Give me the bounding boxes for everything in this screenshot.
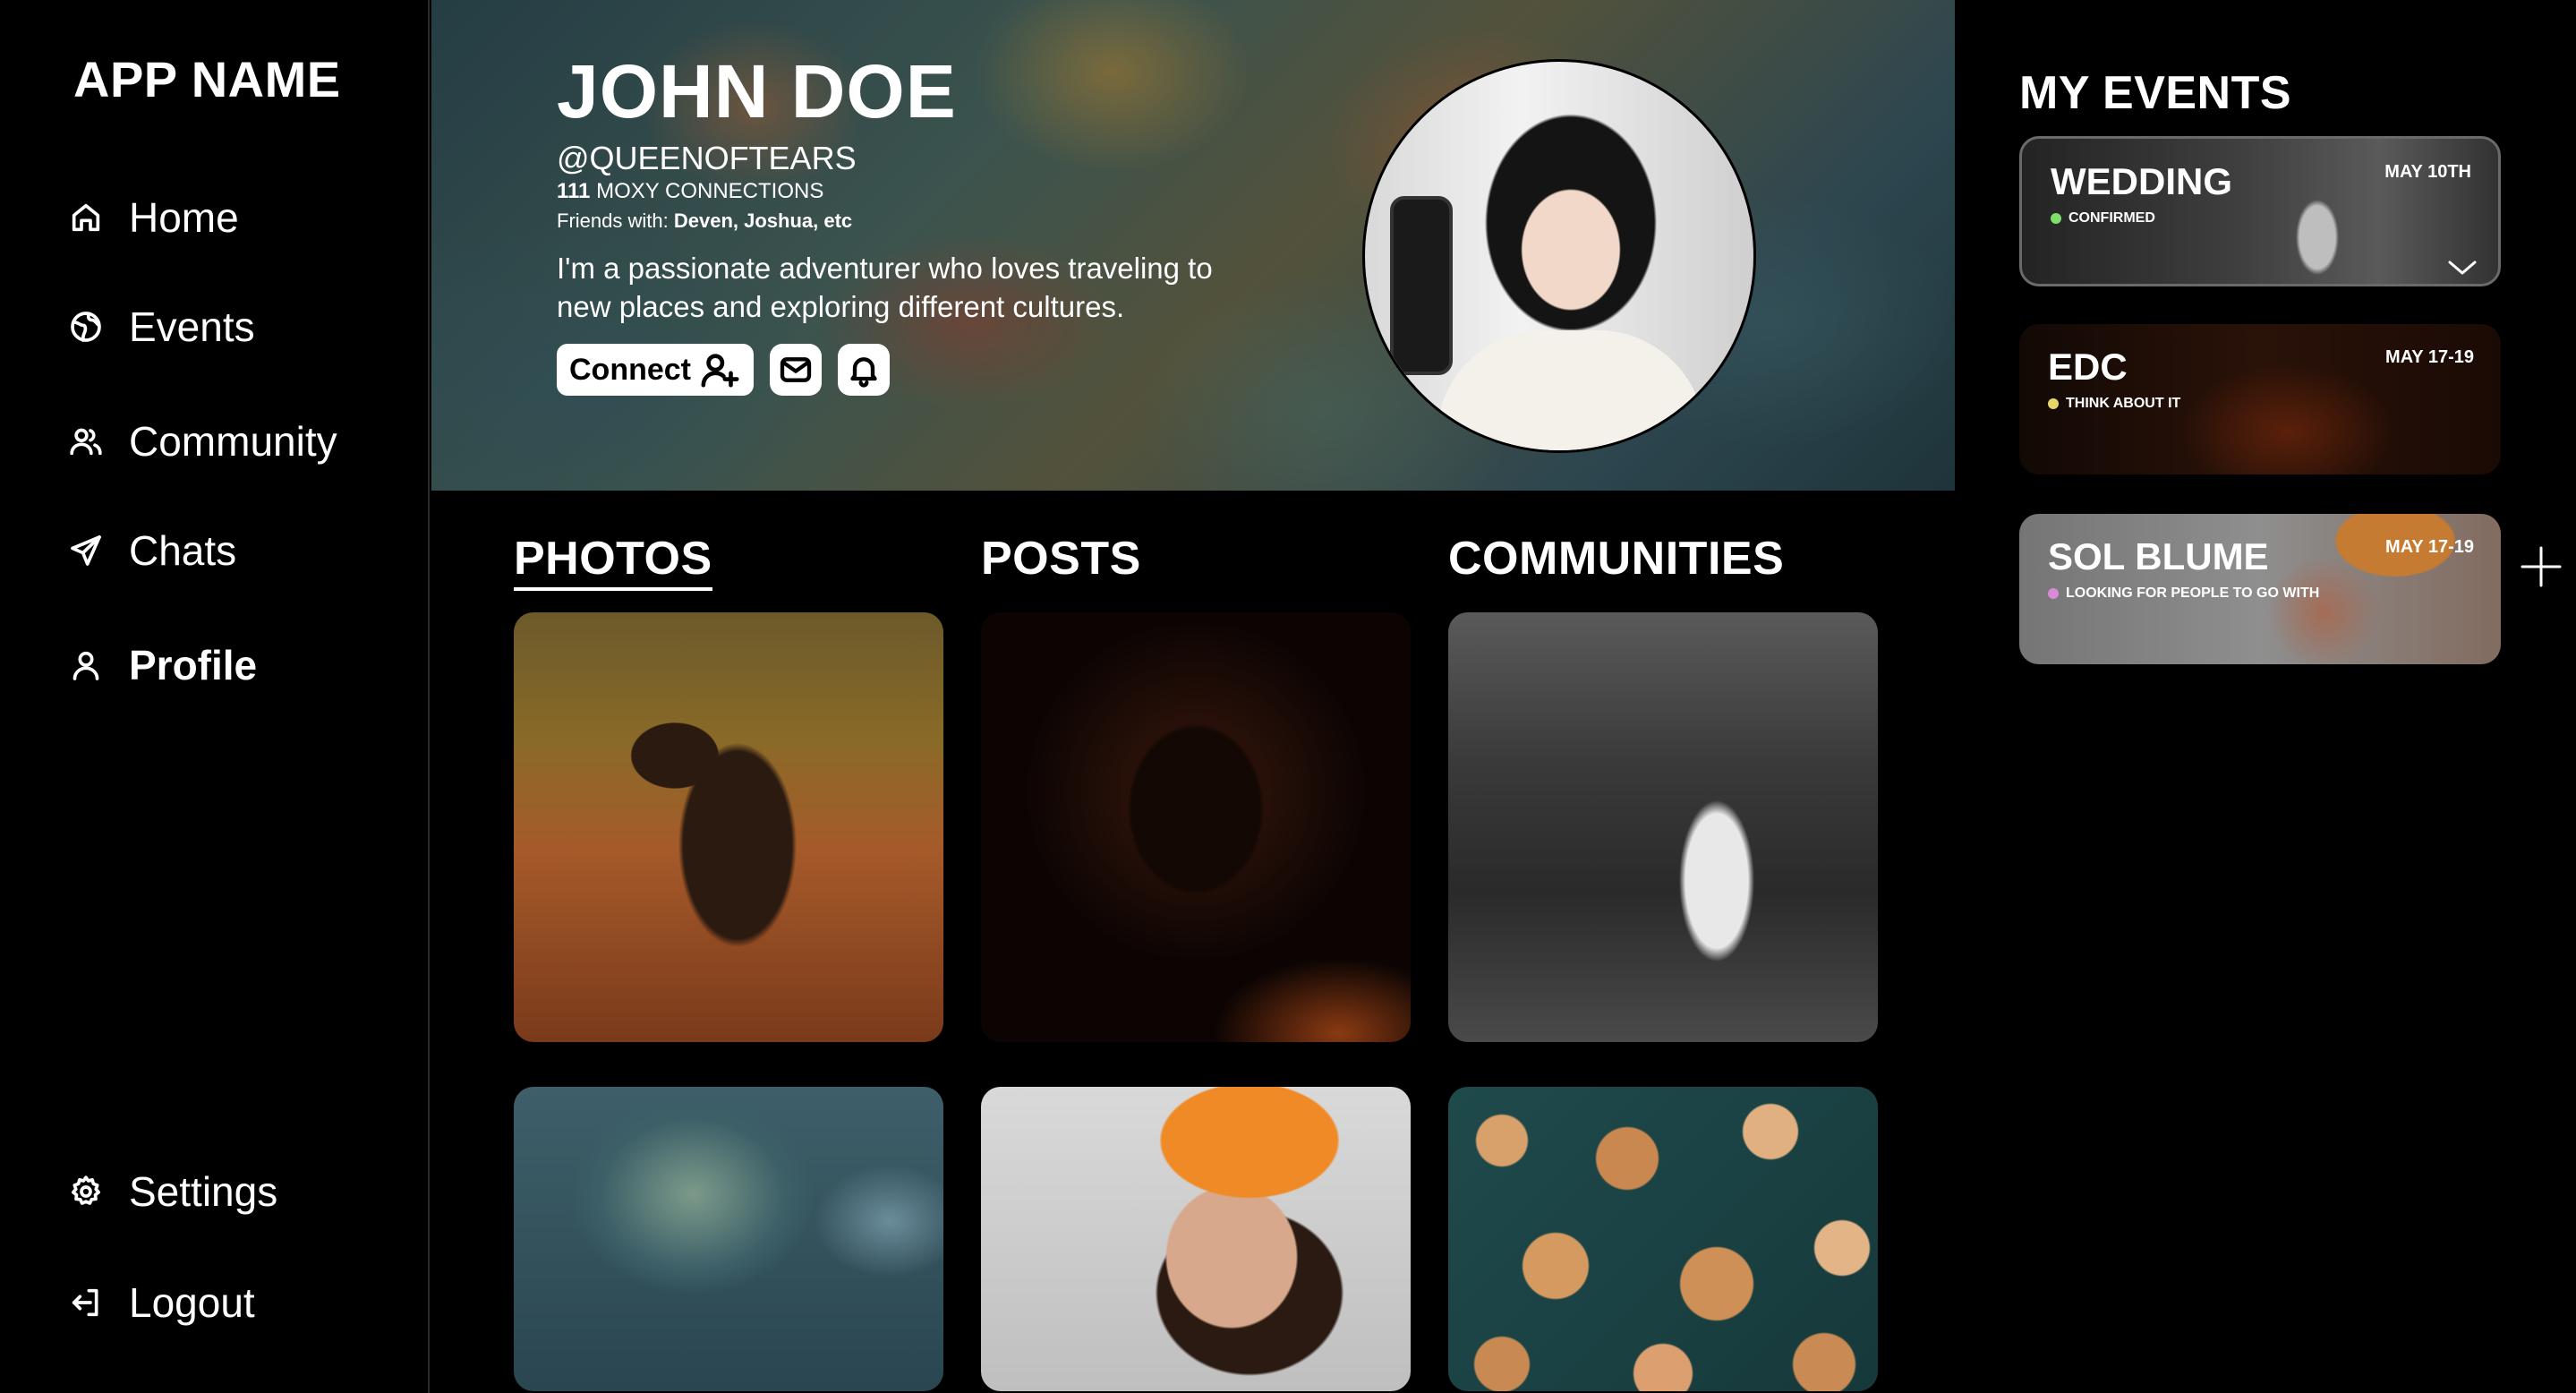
chevron-down-icon[interactable] (2446, 257, 2478, 278)
sidebar: APP NAME Home Events Community Chats Pro… (0, 0, 430, 1393)
avatar-phone-shape (1390, 196, 1453, 375)
add-event-button[interactable] (2517, 543, 2565, 591)
connections-count: 111 (557, 179, 591, 203)
status-dot (2048, 588, 2059, 599)
profile-bio: I'm a passionate adventurer who loves tr… (557, 252, 1213, 323)
notify-button[interactable] (838, 344, 890, 396)
bell-icon (850, 357, 877, 388)
event-status-label: THINK ABOUT IT (2066, 396, 2181, 411)
tab-communities[interactable]: COMMUNITIES (1448, 532, 1784, 585)
event-date: MAY 17-19 (2385, 537, 2474, 557)
status-dot (2048, 398, 2059, 409)
friends-names: Deven, Joshua, etc (673, 209, 853, 232)
event-status: LOOKING FOR PEOPLE TO GO WITH (2048, 585, 2319, 602)
sidebar-item-label: Home (129, 194, 239, 241)
sidebar-item-label: Settings (129, 1168, 278, 1215)
home-icon (66, 198, 106, 237)
profile-cover-image: JOHN DOE @QUEENOFTEARS 111 MOXY CONNECTI… (431, 0, 1955, 491)
event-card-sol-blume[interactable]: SOL BLUME MAY 17-19 LOOKING FOR PEOPLE T… (2019, 514, 2501, 664)
event-card-wedding[interactable]: WEDDING MAY 10TH CONFIRMED (2019, 136, 2501, 286)
sidebar-item-label: Events (129, 303, 255, 350)
mail-icon (780, 357, 812, 382)
photo-tile[interactable] (1448, 612, 1878, 1042)
main-content: JOHN DOE @QUEENOFTEARS 111 MOXY CONNECTI… (431, 0, 1955, 1393)
users-icon (66, 422, 106, 461)
connect-label: Connect (569, 352, 691, 387)
event-name: EDC (2048, 346, 2128, 388)
profile-connections: 111 MOXY CONNECTIONS (557, 179, 1255, 204)
add-user-icon (701, 354, 739, 388)
photo-tile[interactable] (514, 612, 943, 1042)
photo-tile[interactable] (981, 612, 1411, 1042)
avatar-body-shape (1437, 330, 1705, 450)
photo-tile[interactable] (1448, 1087, 1878, 1391)
sidebar-item-events[interactable]: Events (66, 295, 255, 358)
event-status: CONFIRMED (2051, 210, 2155, 226)
photo-tile[interactable] (981, 1087, 1411, 1391)
sidebar-item-chats[interactable]: Chats (66, 519, 236, 582)
sidebar-item-label: Logout (129, 1279, 255, 1326)
sidebar-item-logout[interactable]: Logout (66, 1271, 255, 1334)
send-icon (66, 531, 106, 570)
sidebar-item-label: Community (129, 418, 337, 465)
events-title: MY EVENTS (2019, 67, 2292, 119)
sidebar-item-label: Profile (129, 642, 258, 688)
status-dot (2051, 213, 2061, 224)
logout-icon (66, 1283, 106, 1322)
message-button[interactable] (770, 344, 822, 396)
sidebar-item-settings[interactable]: Settings (66, 1160, 277, 1223)
sidebar-item-community[interactable]: Community (66, 410, 337, 473)
avatar (1362, 59, 1756, 453)
event-date: MAY 17-19 (2385, 347, 2474, 367)
profile-header: JOHN DOE @QUEENOFTEARS 111 MOXY CONNECTI… (557, 50, 1255, 396)
friends-prefix: Friends with: (557, 209, 669, 232)
event-status: THINK ABOUT IT (2048, 396, 2180, 412)
tab-posts[interactable]: POSTS (981, 532, 1141, 585)
connections-label: MOXY CONNECTIONS (596, 179, 824, 203)
profile-friends: Friends with: Deven, Joshua, etc (557, 209, 1255, 233)
plus-icon (2521, 546, 2562, 587)
event-name: SOL BLUME (2048, 535, 2269, 577)
profile-actions: Connect (557, 344, 1255, 396)
sidebar-item-profile[interactable]: Profile (66, 634, 257, 696)
events-panel: MY EVENTS WEDDING MAY 10TH CONFIRMED EDC… (1955, 0, 2576, 1393)
event-status-label: LOOKING FOR PEOPLE TO GO WITH (2066, 585, 2320, 601)
profile-name: JOHN DOE (557, 49, 957, 133)
event-name: WEDDING (2051, 160, 2232, 202)
user-icon (66, 645, 106, 685)
connect-button[interactable]: Connect (557, 344, 754, 396)
app-name: APP NAME (73, 51, 341, 107)
event-card-edc[interactable]: EDC MAY 17-19 THINK ABOUT IT (2019, 324, 2501, 474)
photo-tile[interactable] (514, 1087, 943, 1391)
event-date: MAY 10TH (2384, 162, 2471, 182)
tab-photos[interactable]: PHOTOS (514, 532, 712, 591)
globe-icon (66, 307, 106, 346)
gear-icon (66, 1172, 106, 1211)
event-status-label: CONFIRMED (2068, 210, 2155, 226)
sidebar-item-label: Chats (129, 527, 237, 574)
sidebar-item-home[interactable]: Home (66, 186, 239, 249)
profile-handle: @QUEENOFTEARS (557, 140, 857, 176)
